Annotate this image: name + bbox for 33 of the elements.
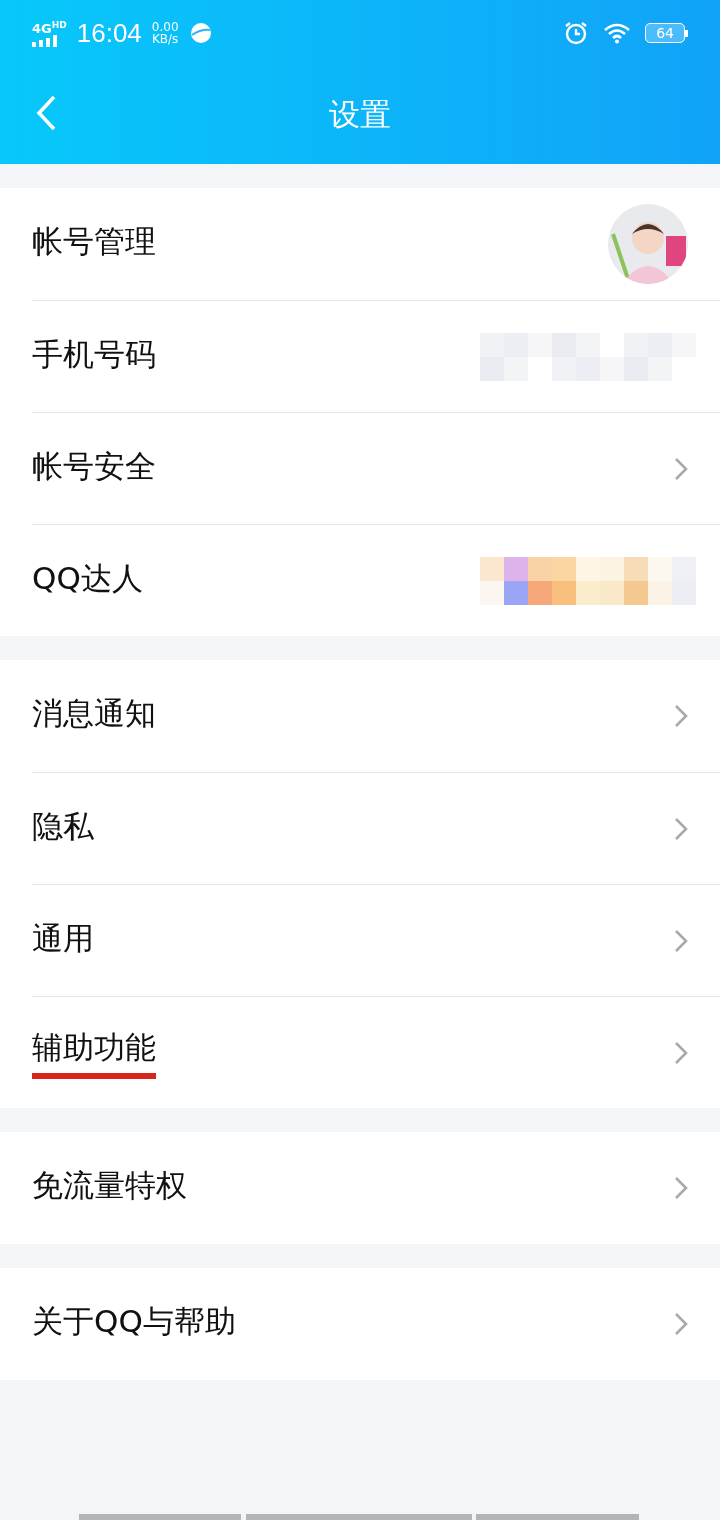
status-time: 16:04 bbox=[76, 17, 142, 49]
item-label: QQ达人 bbox=[32, 558, 143, 598]
network-indicator: 4G$^{HD}$ bbox=[32, 18, 67, 48]
item-label: 关于QQ与帮助 bbox=[32, 1302, 236, 1341]
page-title: 设置 bbox=[329, 95, 391, 134]
item-label: 免流量特权 bbox=[32, 1166, 187, 1205]
settings-item[interactable]: 隐私 bbox=[32, 772, 720, 884]
back-button[interactable] bbox=[34, 94, 58, 132]
settings-item[interactable]: 帐号管理 bbox=[32, 188, 720, 300]
settings-item[interactable]: 手机号码 bbox=[32, 300, 720, 412]
planet-icon bbox=[188, 21, 213, 45]
settings-item[interactable]: 辅助功能 bbox=[32, 996, 720, 1108]
network-speed: 0.00 KB/s bbox=[151, 21, 179, 45]
battery-indicator: 64 bbox=[645, 23, 688, 43]
item-label: 帐号安全 bbox=[32, 446, 156, 486]
chevron-right-icon bbox=[674, 1312, 688, 1336]
chevron-right-icon bbox=[674, 1040, 688, 1065]
item-label: 帐号管理 bbox=[32, 222, 156, 261]
item-label: 隐私 bbox=[32, 806, 94, 846]
chevron-right-icon bbox=[674, 456, 688, 481]
settings-item[interactable]: QQ达人 bbox=[32, 524, 720, 636]
chevron-right-icon bbox=[674, 704, 688, 728]
wifi-icon bbox=[603, 22, 632, 44]
item-label: 辅助功能 bbox=[32, 1026, 156, 1079]
chevron-right-icon bbox=[674, 928, 688, 953]
settings-item[interactable]: 消息通知 bbox=[32, 660, 720, 772]
chevron-right-icon bbox=[674, 816, 688, 841]
settings-item[interactable]: 通用 bbox=[32, 884, 720, 996]
item-label: 通用 bbox=[32, 918, 94, 958]
settings-item[interactable]: 帐号安全 bbox=[32, 412, 720, 524]
item-label: 手机号码 bbox=[32, 334, 156, 374]
chevron-right-icon bbox=[674, 1176, 688, 1200]
item-label: 消息通知 bbox=[32, 694, 156, 733]
